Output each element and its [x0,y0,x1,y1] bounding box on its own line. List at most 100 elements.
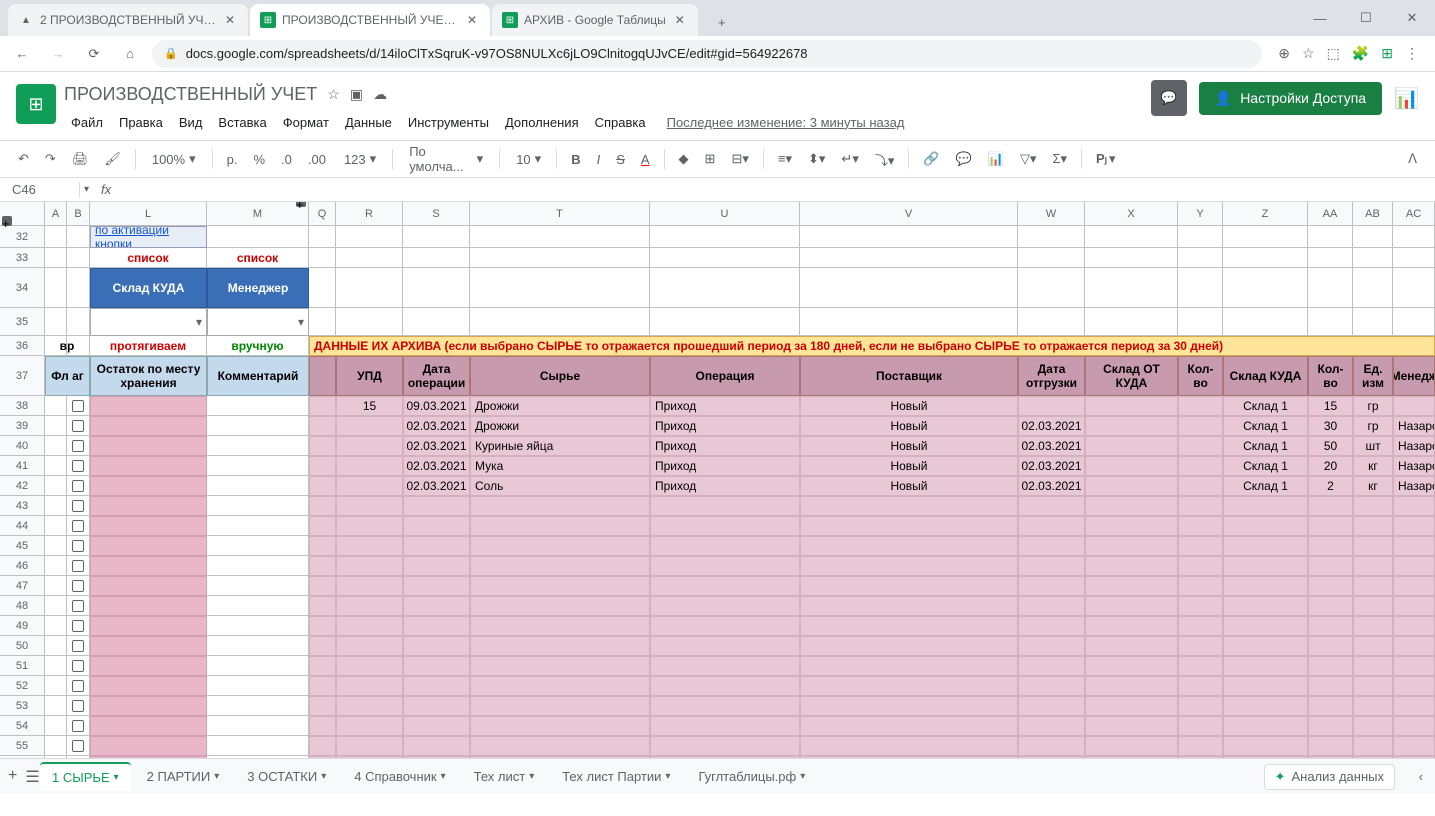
cell[interactable] [1308,308,1353,336]
sheets-ext-icon[interactable]: ⊞ [1381,45,1393,62]
data-cell[interactable]: 02.03.2021 [1018,436,1085,456]
cell[interactable] [336,248,403,268]
chart-button[interactable]: 📊 [982,147,1010,171]
column-header[interactable]: S [403,202,470,225]
cell[interactable] [45,596,67,616]
cell[interactable] [1178,576,1223,596]
data-cell[interactable]: Приход [650,416,800,436]
row-header[interactable]: 35 [0,308,44,336]
cell[interactable] [45,516,67,536]
cell[interactable] [1308,576,1353,596]
data-cell[interactable]: 02.03.2021 [403,456,470,476]
cell[interactable] [1085,556,1178,576]
checkbox-cell[interactable] [67,596,90,616]
bookmark-icon[interactable]: ☆ [1302,45,1315,62]
browser-tab[interactable]: ▲ 2 ПРОИЗВОДСТВЕННЫЙ УЧЕТ - ✕ [8,4,248,36]
cell[interactable] [1353,716,1393,736]
cell[interactable] [800,516,1018,536]
cell[interactable] [1308,536,1353,556]
cell[interactable] [1308,636,1353,656]
cell[interactable] [90,676,207,696]
cell[interactable] [1353,696,1393,716]
sheet-tab[interactable]: 4 Справочник▾ [342,763,457,790]
cell[interactable] [309,226,336,248]
cell[interactable] [207,516,309,536]
cell[interactable] [1223,268,1308,308]
cell[interactable] [1223,716,1308,736]
menu-insert[interactable]: Вставка [211,111,273,134]
cell[interactable] [45,656,67,676]
row-header[interactable]: 54 [0,716,44,736]
url-input[interactable]: 🔒 docs.google.com/spreadsheets/d/14iloCl… [152,40,1262,68]
cell[interactable] [403,226,470,248]
cell[interactable] [403,736,470,756]
cell[interactable] [336,716,403,736]
filter-button[interactable]: ▽▾ [1014,147,1043,171]
cell[interactable] [90,496,207,516]
column-header[interactable]: AC [1393,202,1435,225]
cell[interactable] [470,516,650,536]
cell[interactable] [336,436,403,456]
cell[interactable] [650,496,800,516]
row-header[interactable]: 33 [0,248,44,268]
cell[interactable] [1178,308,1223,336]
cell[interactable] [1085,456,1178,476]
extensions-icon[interactable]: 🧩 [1352,45,1369,62]
row-header[interactable]: 45 [0,536,44,556]
cell[interactable] [309,516,336,536]
data-cell[interactable]: Склад 1 [1223,436,1308,456]
checkbox-cell[interactable] [67,516,90,536]
row-header[interactable]: 48 [0,596,44,616]
cell[interactable] [1308,716,1353,736]
data-cell[interactable]: Новый [800,456,1018,476]
cell[interactable] [1353,736,1393,756]
cell[interactable] [403,596,470,616]
cell[interactable] [336,476,403,496]
cell[interactable] [470,656,650,676]
cell[interactable] [90,416,207,436]
cell[interactable] [1085,736,1178,756]
cell[interactable] [207,536,309,556]
cell[interactable] [1018,536,1085,556]
data-cell[interactable]: кг [1353,456,1393,476]
cell[interactable] [45,268,67,308]
column-header[interactable]: T [470,202,650,225]
cell[interactable] [650,576,800,596]
cell[interactable] [45,436,67,456]
data-cell[interactable]: Приход [650,476,800,496]
account-icon[interactable]: 📊 [1394,86,1419,111]
browser-tab[interactable]: ⊞ АРХИВ - Google Таблицы ✕ [492,4,698,36]
column-header[interactable]: A [45,202,67,225]
cell[interactable] [1018,656,1085,676]
cell[interactable] [800,696,1018,716]
data-cell[interactable]: Новый [800,476,1018,496]
cell[interactable] [470,308,650,336]
cell[interactable] [336,456,403,476]
cell[interactable] [1018,226,1085,248]
star-icon[interactable]: ☆ [327,86,340,103]
bold-button[interactable]: B [565,148,586,171]
cell[interactable] [470,226,650,248]
cell[interactable] [336,676,403,696]
cell[interactable] [1223,636,1308,656]
checkbox-cell[interactable] [67,536,90,556]
cell[interactable] [1308,676,1353,696]
cell[interactable] [90,576,207,596]
menu-file[interactable]: Файл [64,111,110,134]
cell[interactable] [90,716,207,736]
cell[interactable] [470,596,650,616]
currency-button[interactable]: р. [221,148,244,171]
cell[interactable] [650,696,800,716]
cell[interactable] [1308,268,1353,308]
cell[interactable] [309,416,336,436]
valign-button[interactable]: ⬍▾ [802,147,831,171]
cell[interactable] [207,656,309,676]
sheets-logo[interactable]: ⊞ [16,84,56,124]
cell[interactable] [1393,576,1435,596]
cell[interactable] [1085,596,1178,616]
cell[interactable] [1018,676,1085,696]
row-header[interactable]: 40 [0,436,44,456]
scroll-right-button[interactable]: ‹ [1419,769,1423,784]
cell[interactable] [1085,576,1178,596]
merge-button[interactable]: ⊟▾ [725,147,754,171]
